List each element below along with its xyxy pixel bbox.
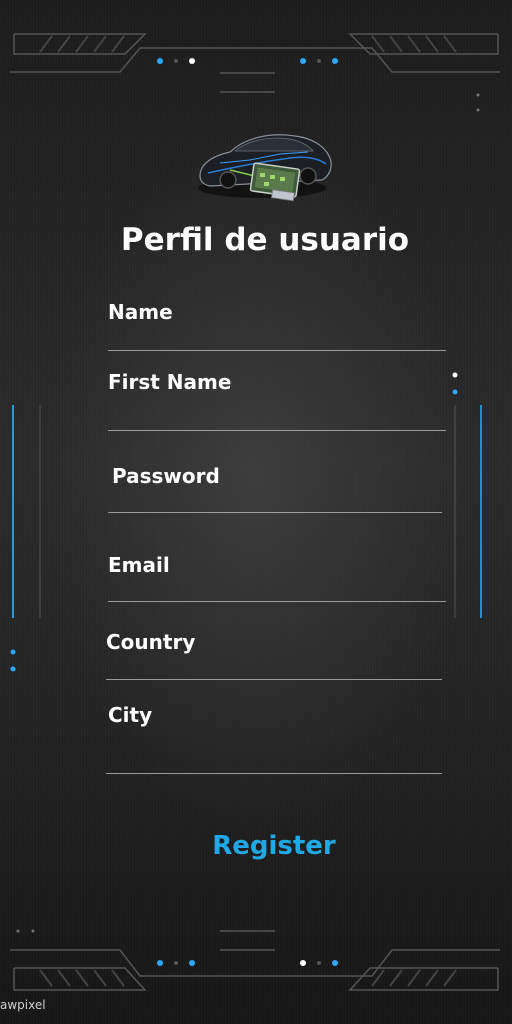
car-ecu-icon — [198, 134, 332, 202]
email-underline — [108, 601, 446, 602]
page-title: Perfil de usuario — [120, 222, 410, 258]
register-button[interactable]: Register — [196, 826, 352, 866]
watermark: awpixel — [0, 998, 46, 1012]
password-field[interactable] — [108, 482, 442, 510]
first-name-label: First Name — [108, 370, 232, 394]
name-underline — [108, 350, 446, 351]
city-label: City — [108, 703, 153, 727]
country-underline — [106, 679, 442, 680]
password-underline — [108, 512, 442, 513]
email-field[interactable] — [108, 570, 444, 598]
first-name-field[interactable] — [108, 398, 444, 426]
first-name-underline — [108, 430, 446, 431]
city-underline — [106, 773, 442, 774]
country-field[interactable] — [106, 648, 440, 676]
city-field[interactable] — [106, 738, 440, 766]
name-field[interactable] — [108, 318, 444, 346]
